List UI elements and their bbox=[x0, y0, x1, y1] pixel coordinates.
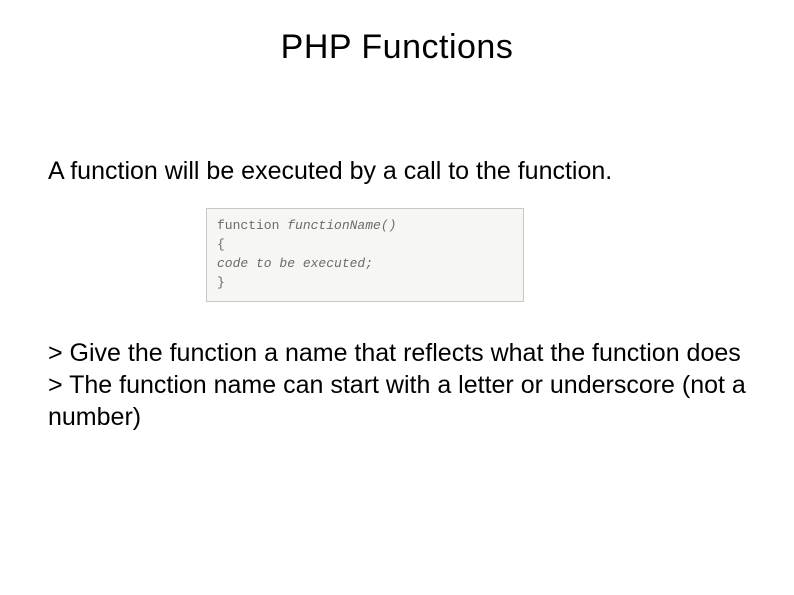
bullet-item: > Give the function a name that reflects… bbox=[48, 337, 746, 369]
code-line: code to be executed; bbox=[217, 256, 373, 271]
code-example: function functionName() { code to be exe… bbox=[206, 208, 524, 302]
code-line: } bbox=[217, 275, 225, 290]
intro-text: A function will be executed by a call to… bbox=[48, 155, 746, 188]
slide-title: PHP Functions bbox=[0, 0, 794, 67]
bullet-list: > Give the function a name that reflects… bbox=[48, 337, 746, 433]
bullet-item: > The function name can start with a let… bbox=[48, 369, 746, 433]
code-function-name: functionName() bbox=[279, 218, 396, 233]
code-keyword: function bbox=[217, 218, 279, 233]
code-line: { bbox=[217, 237, 225, 252]
